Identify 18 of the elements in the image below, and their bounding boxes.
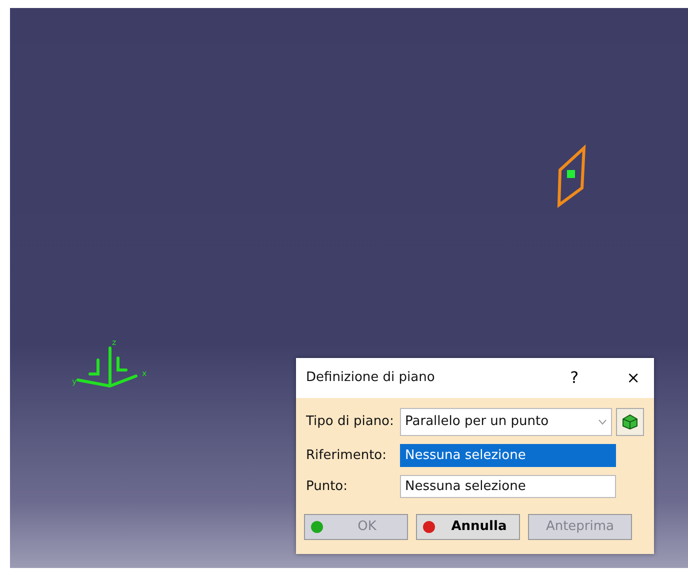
help-button[interactable]: ? bbox=[570, 366, 579, 390]
button[interactable]: Annulla bbox=[416, 514, 520, 540]
input-field[interactable]: Nessuna selezione bbox=[400, 475, 616, 498]
plane-drawing bbox=[557, 144, 586, 208]
input-field[interactable]: Nessuna selezione bbox=[400, 444, 616, 467]
field-label: Punto: bbox=[306, 478, 349, 496]
selection-button[interactable] bbox=[616, 408, 644, 436]
field-label: Tipo di piano: bbox=[306, 413, 395, 432]
axis-drawing bbox=[76, 346, 138, 388]
axis-label: x bbox=[142, 369, 147, 378]
close-button[interactable]: × bbox=[626, 366, 640, 390]
chevron-icon bbox=[598, 419, 608, 425]
axis-label: y bbox=[72, 377, 77, 386]
dropdown[interactable]: Parallelo per un punto bbox=[400, 408, 612, 436]
cube-icon bbox=[621, 414, 640, 430]
field-label: Riferimento: bbox=[306, 446, 388, 465]
window-title: Definizione di piano bbox=[306, 369, 435, 388]
axis-label: z bbox=[112, 338, 116, 347]
